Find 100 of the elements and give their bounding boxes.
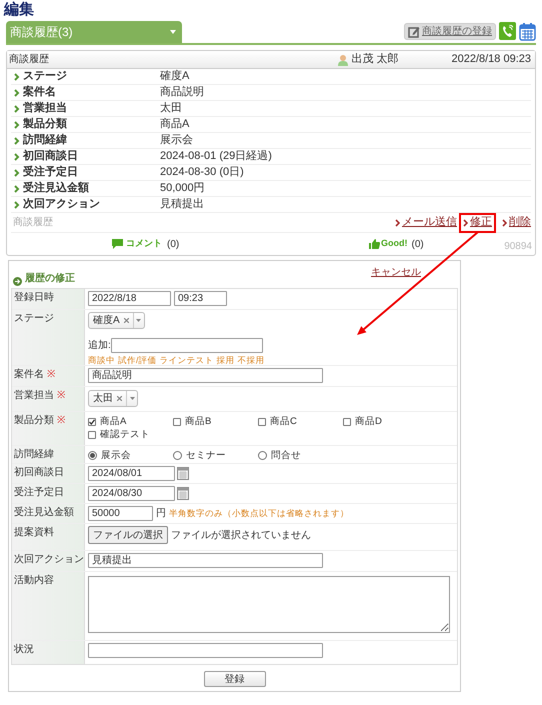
hint-text: 半角数字のみ（小数点以下は省略されます）: [169, 507, 349, 520]
field-label: 初回商談日: [23, 148, 79, 164]
field-label: 訪問経緯: [23, 132, 68, 148]
add-label: 追加:: [88, 338, 111, 353]
checkbox[interactable]: [258, 418, 266, 426]
caret-icon: [136, 318, 142, 322]
option-label: 商品C: [270, 415, 297, 428]
field-value: 確度A: [160, 68, 190, 84]
field-label: 受注見込金額: [23, 180, 90, 196]
field-value: 商品説明: [160, 84, 204, 100]
good-count: (0): [412, 238, 424, 252]
date-field[interactable]: 2024/08/30: [88, 486, 175, 501]
required-mark: ※: [57, 390, 65, 402]
field-label: 営業担当: [14, 390, 54, 402]
select-field[interactable]: 太田: [88, 390, 138, 407]
chip-label: 確度A: [93, 314, 120, 328]
checkbox[interactable]: [343, 418, 351, 426]
text-field[interactable]: [88, 643, 323, 658]
chevron-icon: [502, 218, 507, 226]
checkbox[interactable]: [88, 430, 96, 438]
field-label: 次回アクション: [14, 554, 84, 566]
field-label: 提案資料: [14, 527, 54, 539]
option-label: 商品A: [100, 415, 126, 428]
field-label: 営業担当: [23, 100, 68, 116]
checkbox[interactable]: [173, 418, 181, 426]
option-label: 問合せ: [271, 449, 301, 462]
field-label: 製品分類: [14, 415, 54, 427]
radio-button[interactable]: [173, 451, 182, 460]
submit-button[interactable]: 登録: [204, 671, 266, 687]
field-label: 状況: [14, 644, 34, 656]
field-value: 50,000円: [160, 181, 205, 196]
user-name: 出茂 太郎: [351, 52, 400, 68]
option-label: 商品B: [185, 415, 212, 428]
card-title: 商談履歴: [9, 52, 50, 67]
amount-field[interactable]: 50000: [88, 506, 153, 521]
phone-button[interactable]: [499, 22, 516, 40]
field-label: 次回アクション: [23, 197, 101, 212]
remove-icon: [117, 396, 122, 401]
edit-icon: [408, 26, 420, 38]
field-label: 案件名: [14, 369, 44, 381]
add-field[interactable]: [110, 338, 263, 353]
chip-label: 太田: [93, 392, 113, 406]
option-label: 商品D: [355, 415, 382, 428]
record-id: 90894: [504, 240, 532, 254]
field-label: 訪問経緯: [14, 449, 54, 461]
select-field[interactable]: 確度A: [88, 312, 145, 329]
radio-button[interactable]: [88, 451, 97, 460]
action-link[interactable]: 修正: [470, 214, 492, 231]
remove-icon: [124, 318, 129, 323]
calendar-button[interactable]: [519, 21, 536, 41]
thumbs-up-icon: [369, 239, 380, 249]
caret-icon: [130, 396, 134, 400]
field-label: 受注予定日: [14, 487, 64, 499]
date-field[interactable]: 2022/8/18: [88, 291, 171, 306]
action-link[interactable]: メール送信: [402, 214, 457, 231]
field-label: 活動内容: [14, 575, 54, 587]
field-label: 登録日時: [14, 292, 54, 304]
phone-icon: [502, 25, 513, 37]
option-label: 展示会: [101, 449, 131, 462]
field-label: 製品分類: [23, 116, 68, 132]
required-mark: ※: [47, 369, 55, 381]
calendar-icon: [177, 467, 189, 480]
unit-label: 円: [156, 507, 166, 521]
chevron-icon: [463, 218, 468, 226]
choose-file-button[interactable]: ファイルの選択: [88, 526, 168, 544]
option-label: セミナー: [186, 449, 226, 462]
time-field[interactable]: 09:23: [174, 291, 227, 306]
caret-icon: [170, 30, 176, 34]
textarea-field[interactable]: [88, 576, 450, 633]
field-label: ステージ: [14, 313, 54, 325]
field-label: 案件名: [23, 84, 57, 100]
breadcrumb: 商談履歴: [12, 216, 54, 230]
checkbox[interactable]: [88, 418, 96, 426]
user-icon: [337, 54, 350, 66]
radio-button[interactable]: [258, 451, 267, 460]
cancel-link[interactable]: キャンセル: [371, 265, 421, 280]
timestamp: 2022/8/18 09:23: [451, 52, 531, 68]
comment-icon: [112, 239, 123, 249]
field-value: 見積提出: [160, 197, 204, 212]
date-field[interactable]: 2024/08/01: [88, 466, 175, 481]
field-value: 2024-08-30 (0日): [160, 165, 244, 180]
field-value: 商品A: [160, 116, 190, 132]
field-label: 受注予定日: [23, 164, 79, 180]
action-link[interactable]: 削除: [509, 214, 531, 231]
option-label: 確認テスト: [100, 428, 150, 441]
page-title: 編集: [2, 0, 35, 19]
calendar-icon: [519, 22, 536, 40]
calendar-icon: [177, 487, 189, 500]
field-value: 展示会: [160, 133, 193, 148]
field-value: 2024-08-01 (29日経過): [160, 149, 272, 164]
form-title: 履歴の修正: [25, 272, 75, 286]
required-mark: ※: [57, 415, 65, 427]
field-label: ステージ: [23, 69, 68, 84]
field-label: 初回商談日: [14, 467, 64, 479]
register-history-button[interactable]: 商談履歴の登録: [404, 23, 496, 40]
text-field[interactable]: 商品説明: [88, 368, 323, 383]
field-value: 太田: [160, 101, 182, 116]
text-field[interactable]: 見積提出: [88, 553, 323, 568]
file-status: ファイルが選択されていません: [171, 528, 311, 542]
comment-count: (0): [167, 238, 180, 252]
